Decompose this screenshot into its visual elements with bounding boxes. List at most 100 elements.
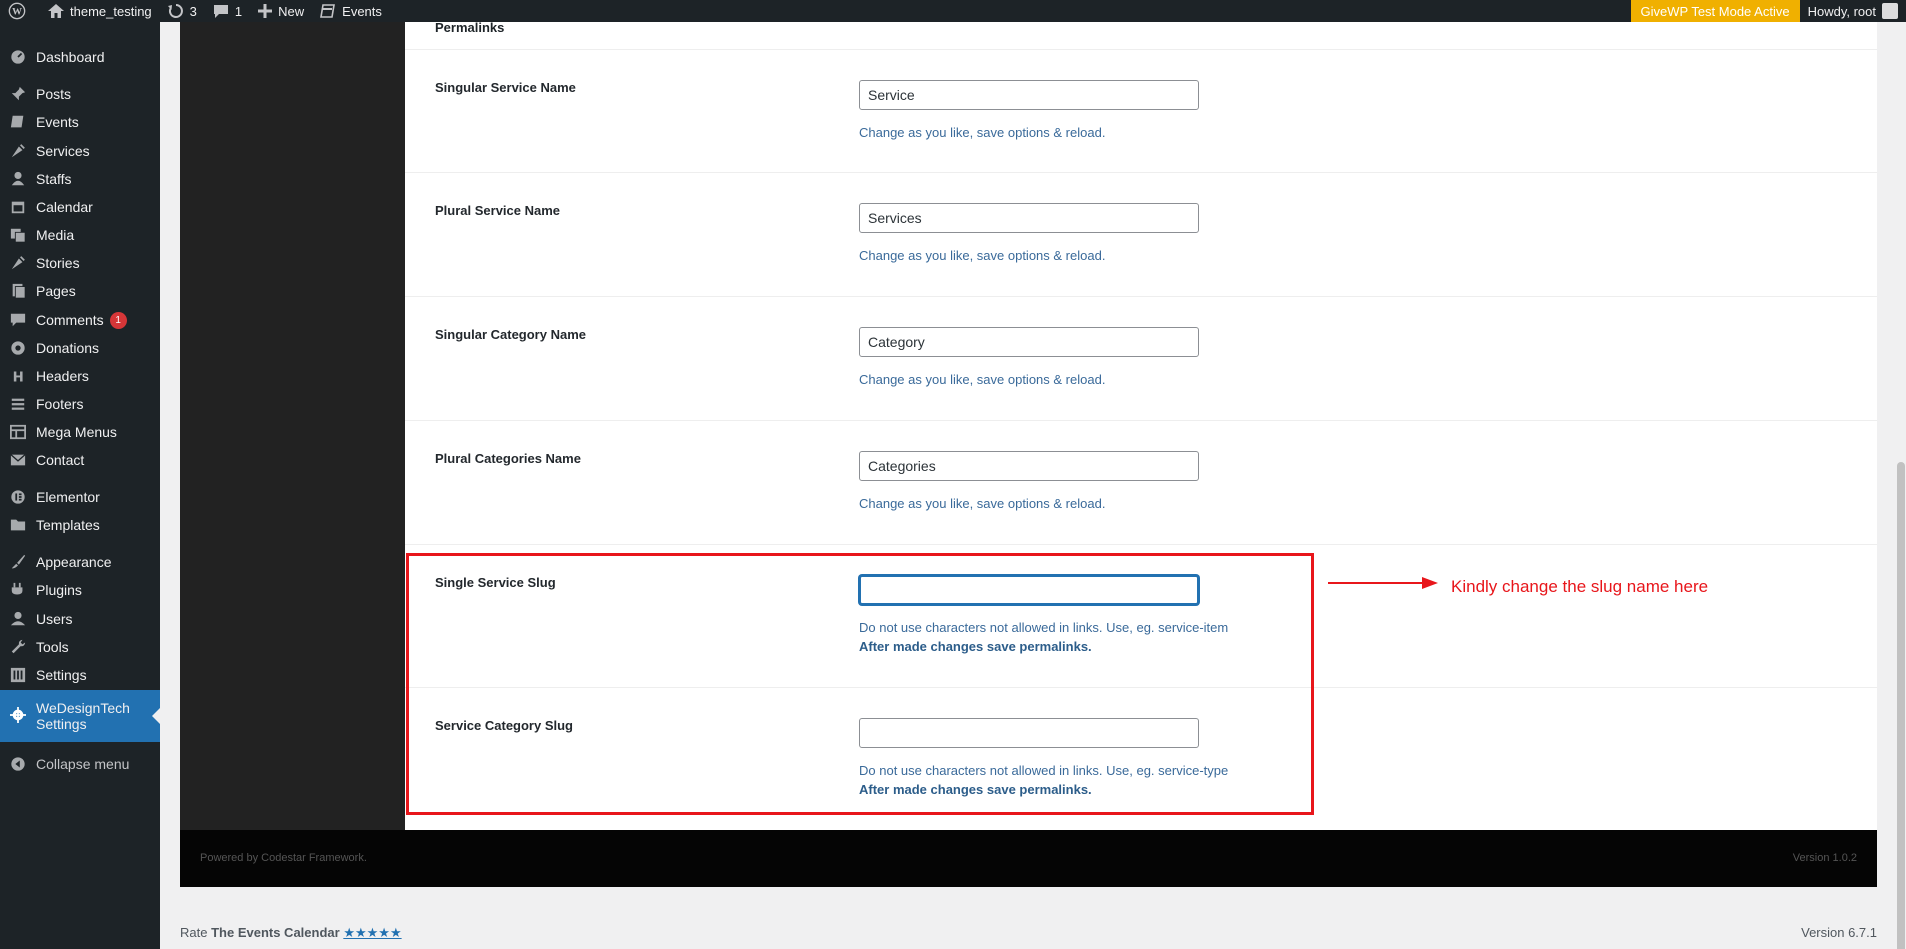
comments-link[interactable]: 1 bbox=[205, 0, 250, 22]
section-title: Permalinks bbox=[435, 20, 505, 35]
givewp-test-mode-notice[interactable]: GiveWP Test Mode Active bbox=[1630, 0, 1800, 22]
sidebar-item-footers[interactable]: Footers bbox=[0, 389, 160, 419]
sidebar-item-appearance[interactable]: Appearance bbox=[0, 547, 160, 577]
sidebar-item-contact[interactable]: Contact bbox=[0, 445, 160, 475]
updates-link[interactable]: 3 bbox=[160, 0, 205, 22]
annotation-arrow-icon bbox=[1328, 577, 1438, 589]
sidebar-item-events[interactable]: Events bbox=[0, 107, 160, 137]
sidebar-item-label: Elementor bbox=[36, 489, 100, 505]
comment-icon bbox=[10, 313, 26, 327]
sidebar-item-label: Plugins bbox=[36, 582, 82, 598]
sidebar-item-label: Events bbox=[36, 114, 79, 130]
elementor-icon bbox=[11, 490, 25, 504]
scrollbar-thumb[interactable] bbox=[1897, 462, 1905, 949]
sidebar-item-label: Donations bbox=[36, 340, 100, 356]
field-label: Singular Service Name bbox=[435, 80, 576, 95]
plus-icon bbox=[258, 4, 273, 18]
field-help-text: Change as you like, save options & reloa… bbox=[859, 496, 1106, 511]
sidebar-item-tools[interactable]: Tools bbox=[0, 632, 160, 662]
sidebar-item-posts[interactable]: Posts bbox=[0, 79, 160, 109]
wordpress-logo-icon[interactable]: W bbox=[0, 0, 40, 22]
table-icon bbox=[10, 424, 26, 440]
rate-stars-link[interactable]: ★★★★★ bbox=[343, 925, 401, 940]
carrot-icon bbox=[11, 144, 25, 158]
sidebar-item-label: Appearance bbox=[36, 554, 112, 570]
sidebar-item-label: Tools bbox=[36, 639, 69, 655]
sidebar-item-services[interactable]: Services bbox=[0, 136, 160, 166]
field-label: Singular Category Name bbox=[435, 327, 586, 342]
sidebar-item-label: Stories bbox=[36, 255, 80, 271]
sidebar-item-users[interactable]: Users bbox=[0, 604, 160, 634]
person-icon bbox=[11, 171, 25, 186]
sidebar-item-label: WeDesignTech Settings bbox=[36, 700, 130, 732]
wrench-icon bbox=[11, 639, 26, 654]
sidebar-item-settings[interactable]: Settings bbox=[0, 660, 160, 690]
singular-service-name-input[interactable] bbox=[859, 80, 1199, 110]
howdy-label: Howdy, root bbox=[1807, 3, 1876, 19]
collapse-menu-button[interactable]: Collapse menu bbox=[0, 749, 160, 779]
sidebar-item-label: Services bbox=[36, 143, 90, 159]
account-menu[interactable]: Howdy, root bbox=[1800, 3, 1906, 19]
gear-icon bbox=[10, 707, 26, 723]
collapse-menu-label: Collapse menu bbox=[36, 756, 130, 772]
events-calendar-icon bbox=[320, 4, 336, 18]
sidebar-item-comments[interactable]: Comments 1 bbox=[0, 305, 160, 335]
comments-badge: 1 bbox=[109, 311, 127, 329]
pages-icon bbox=[12, 283, 26, 299]
sidebar-item-pages[interactable]: Pages bbox=[0, 276, 160, 306]
svg-text:H: H bbox=[13, 370, 24, 384]
options-nav-column bbox=[180, 22, 405, 830]
give-icon bbox=[11, 341, 25, 355]
brush-icon bbox=[11, 554, 26, 569]
sidebar-item-headers[interactable]: H Headers bbox=[0, 361, 160, 391]
heading-icon: H bbox=[13, 370, 24, 384]
settings-field-row: Plural Service Name Change as you like, s… bbox=[405, 172, 1877, 296]
rate-plugin-name: The Events Calendar bbox=[211, 925, 340, 940]
settings-field-row: Singular Category Name Change as you like… bbox=[405, 296, 1877, 420]
events-label: Events bbox=[342, 3, 382, 19]
field-label: Plural Categories Name bbox=[435, 451, 581, 466]
sidebar-item-label: Settings bbox=[36, 667, 87, 683]
sidebar-item-label: Contact bbox=[36, 452, 85, 468]
rate-prefix: Rate bbox=[180, 925, 208, 940]
carrot-icon bbox=[11, 256, 25, 270]
sidebar-item-media[interactable]: Media bbox=[0, 220, 160, 250]
field-help-text: Change as you like, save options & reloa… bbox=[859, 125, 1106, 140]
page-scrollbar[interactable] bbox=[1896, 22, 1906, 949]
sidebar-item-label: Headers bbox=[36, 368, 89, 384]
sidebar-item-mega-menus[interactable]: Mega Menus bbox=[0, 417, 160, 447]
sidebar-item-label: Footers bbox=[36, 396, 84, 412]
sidebar-item-label: Pages bbox=[36, 283, 76, 299]
new-content-link[interactable]: New bbox=[250, 0, 312, 22]
avatar bbox=[1882, 3, 1898, 19]
sidebar-item-elementor[interactable]: Elementor bbox=[0, 482, 160, 512]
sidebar-item-staffs[interactable]: Staffs bbox=[0, 164, 160, 194]
sidebar-item-label: Media bbox=[36, 227, 75, 243]
powered-by-text: Powered by Codestar Framework. bbox=[200, 852, 367, 864]
events-link[interactable]: Events bbox=[312, 0, 390, 22]
plural-service-name-input[interactable] bbox=[859, 203, 1199, 233]
sidebar-item-wedesigntech-settings[interactable]: WeDesignTech Settings bbox=[0, 690, 160, 742]
sidebar-item-label: Templates bbox=[36, 517, 100, 533]
home-icon bbox=[48, 4, 64, 18]
site-name-link[interactable]: theme_testing bbox=[40, 0, 160, 22]
sidebar-item-label: Users bbox=[36, 611, 73, 627]
plug-icon bbox=[11, 582, 23, 595]
sliders-icon bbox=[10, 667, 26, 683]
admin-sidebar: Dashboard Posts Events Services Staffs Calend… bbox=[0, 22, 160, 949]
plural-categories-name-input[interactable] bbox=[859, 451, 1199, 481]
singular-category-name-input[interactable] bbox=[859, 327, 1199, 357]
sidebar-item-templates[interactable]: Templates bbox=[0, 510, 160, 540]
sidebar-item-calendar[interactable]: Calendar bbox=[0, 192, 160, 222]
sidebar-item-plugins[interactable]: Plugins bbox=[0, 575, 160, 605]
sidebar-item-dashboard[interactable]: Dashboard bbox=[0, 42, 160, 72]
svg-text:W: W bbox=[12, 7, 22, 18]
calendar-icon bbox=[11, 201, 25, 214]
users-icon bbox=[10, 611, 26, 626]
sidebar-item-stories[interactable]: Stories bbox=[0, 248, 160, 278]
settings-field-row: Singular Service Name Change as you like,… bbox=[405, 49, 1877, 172]
sidebar-item-donations[interactable]: Donations bbox=[0, 333, 160, 363]
annotation-highlight-box bbox=[406, 553, 1314, 815]
field-help-text: Change as you like, save options & reloa… bbox=[859, 248, 1106, 263]
settings-field-row: Plural Categories Name Change as you like… bbox=[405, 420, 1877, 544]
